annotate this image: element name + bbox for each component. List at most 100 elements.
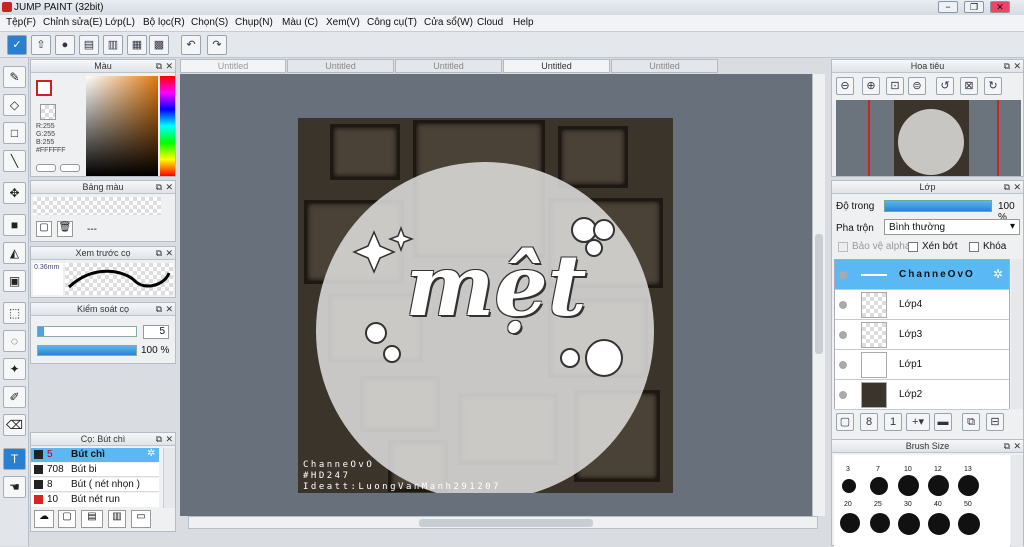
gear-icon[interactable]: ✲ — [147, 448, 155, 459]
menu-file[interactable]: Tệp(F) — [6, 17, 36, 28]
menu-window[interactable]: Cửa sổ(W) — [424, 17, 473, 28]
brush-item-pencil[interactable]: 5 Bút chì ✲ — [31, 448, 159, 462]
detach-icon[interactable]: ⧉ — [156, 248, 162, 258]
menu-tools[interactable]: Công cụ(T) — [367, 17, 417, 28]
add-layer-menu-icon[interactable]: +▾ — [906, 413, 930, 431]
select-rect-icon[interactable]: ⬚ — [3, 302, 26, 324]
gradient-tool-icon[interactable]: ▣ — [3, 270, 26, 292]
gear-icon[interactable]: ✲ — [993, 267, 1003, 281]
background-color-swatch[interactable] — [40, 104, 56, 120]
size-dot[interactable] — [958, 475, 979, 496]
zoom-icon[interactable]: ⊜ — [908, 77, 926, 95]
clipping-checkbox[interactable] — [908, 242, 918, 252]
line-tool-icon[interactable]: ╲ — [3, 150, 26, 172]
size-dot[interactable] — [898, 513, 920, 535]
redo-icon[interactable]: ↷ — [207, 35, 227, 55]
protect-alpha-checkbox[interactable] — [838, 242, 848, 252]
brush-item-sharp-pen[interactable]: 8 Bút ( nét nhọn ) — [31, 478, 159, 492]
trash-icon[interactable]: 🗑 — [57, 221, 73, 237]
menu-view[interactable]: Xem(V) — [326, 17, 360, 28]
folder-icon[interactable]: ▭ — [131, 510, 151, 528]
color-mode-button[interactable] — [36, 164, 56, 172]
artwork-canvas[interactable]: mệt ChanneOvO #HD247 Ideatt:LuongVanManh… — [298, 118, 673, 493]
minimize-button[interactable]: − — [938, 1, 958, 13]
close-icon[interactable]: ✕ — [1013, 61, 1021, 71]
visibility-icon[interactable] — [839, 271, 847, 279]
close-icon[interactable]: ✕ — [165, 61, 173, 71]
brush-list-scrollbar[interactable] — [163, 448, 175, 508]
layer-row-lop2[interactable]: Lớp2 — [835, 380, 1009, 410]
rotate-left-icon[interactable]: ↺ — [936, 77, 954, 95]
close-icon[interactable]: ✕ — [165, 434, 173, 444]
menu-cloud[interactable]: Cloud — [477, 17, 503, 28]
tab-untitled-2[interactable]: Untitled — [287, 59, 394, 73]
page-list-icon[interactable]: ▦ — [127, 35, 147, 55]
visibility-icon[interactable] — [839, 361, 847, 369]
menu-capture[interactable]: Chụp(N) — [235, 17, 273, 28]
brush-size-scrollbar[interactable] — [1011, 455, 1023, 547]
visibility-icon[interactable] — [839, 391, 847, 399]
detach-icon[interactable]: ⧉ — [156, 61, 162, 71]
size-dot[interactable] — [958, 513, 980, 535]
hue-slider[interactable] — [160, 76, 175, 176]
lock-checkbox[interactable] — [969, 242, 979, 252]
export-icon[interactable]: ⇧ — [31, 35, 51, 55]
size-dot[interactable] — [840, 513, 860, 533]
tab-untitled-5[interactable]: Untitled — [611, 59, 718, 73]
grid-icon[interactable]: ▩ — [149, 35, 169, 55]
tab-untitled-1[interactable]: Untitled — [180, 59, 286, 73]
brush-copy-icon[interactable]: ▥ — [108, 510, 126, 528]
pen-tool-icon[interactable]: ✎ — [3, 66, 26, 88]
restore-button[interactable]: ❐ — [964, 1, 984, 13]
zoom-in-icon[interactable]: ⊕ — [862, 77, 880, 95]
menu-select[interactable]: Chọn(S) — [191, 17, 228, 28]
menu-color[interactable]: Màu (C) — [282, 17, 318, 28]
brush-item-shaky-pen[interactable]: 10 Bút nét run — [31, 493, 159, 507]
close-icon[interactable]: ✕ — [1013, 441, 1021, 451]
fill-rect-tool-icon[interactable]: ■ — [3, 214, 26, 236]
close-icon[interactable]: ✕ — [165, 182, 173, 192]
size-dot[interactable] — [842, 479, 856, 493]
detach-icon[interactable]: ⧉ — [1004, 61, 1010, 71]
layer-8bit-icon[interactable]: 8 — [860, 413, 878, 431]
page-icon[interactable]: ▥ — [103, 35, 123, 55]
layer-1bit-icon[interactable]: 1 — [884, 413, 902, 431]
brush-size-input[interactable]: 5 — [143, 325, 169, 339]
brush-size-grid[interactable]: 3 7 10 12 13 20 25 30 40 50 — [834, 455, 1010, 547]
move-tool-icon[interactable]: ✥ — [3, 182, 26, 204]
brush-opacity-slider[interactable] — [37, 345, 137, 356]
rectangle-tool-icon[interactable]: □ — [3, 122, 26, 144]
detach-icon[interactable]: ⧉ — [1004, 182, 1010, 192]
canvas-vertical-scrollbar[interactable] — [812, 74, 825, 516]
size-dot[interactable] — [928, 475, 949, 496]
detach-icon[interactable]: ⧉ — [156, 434, 162, 444]
size-dot[interactable] — [870, 513, 890, 533]
close-icon[interactable]: ✕ — [1013, 182, 1021, 192]
navigator-preview[interactable] — [836, 100, 1021, 176]
comment-icon[interactable]: ● — [55, 35, 75, 55]
foreground-color-swatch[interactable] — [36, 80, 52, 96]
layer-opacity-slider[interactable] — [884, 200, 992, 212]
eraser-tool-icon[interactable]: ◇ — [3, 94, 26, 116]
rotate-reset-icon[interactable]: ⊠ — [960, 77, 978, 95]
magic-wand-icon[interactable]: ✦ — [3, 358, 26, 380]
palette-swatches[interactable] — [33, 197, 161, 215]
hand-tool-icon[interactable]: ☚ — [3, 476, 26, 498]
detach-icon[interactable]: ⧉ — [156, 304, 162, 314]
menu-layer[interactable]: Lớp(L) — [105, 17, 135, 28]
close-button[interactable]: ✕ — [990, 1, 1010, 13]
visibility-icon[interactable] — [839, 331, 847, 339]
menu-edit[interactable]: Chỉnh sửa(E) — [43, 17, 103, 28]
undo-icon[interactable]: ↶ — [181, 35, 201, 55]
rotate-right-icon[interactable]: ↻ — [984, 77, 1002, 95]
layer-row-lop4[interactable]: Lớp4 — [835, 290, 1009, 320]
menu-filter[interactable]: Bộ lọc(R) — [143, 17, 185, 28]
chat-icon[interactable]: ▤ — [79, 35, 99, 55]
visibility-icon[interactable] — [839, 301, 847, 309]
brush-cloud-icon[interactable]: ☁ — [34, 510, 54, 528]
close-icon[interactable]: ✕ — [165, 248, 173, 258]
menu-help[interactable]: Help — [513, 17, 534, 28]
select-eraser-icon[interactable]: ⌫ — [3, 414, 26, 436]
duplicate-layer-icon[interactable]: ⧉ — [962, 413, 980, 431]
blend-mode-select[interactable]: Bình thường ▾ — [884, 219, 1020, 235]
